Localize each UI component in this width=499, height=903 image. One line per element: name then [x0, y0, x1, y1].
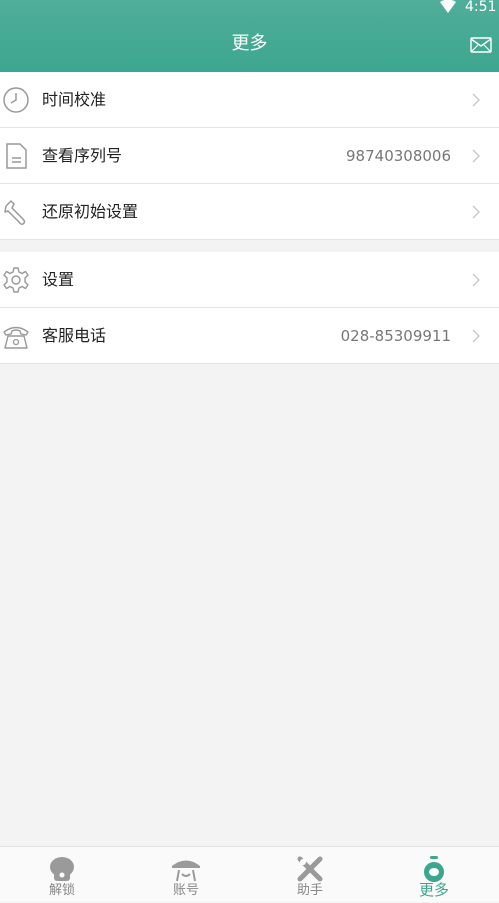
more-icon: [424, 856, 444, 882]
header: 4:51 更多: [0, 0, 499, 72]
customer-service-phone-value: 028-85309911: [340, 327, 451, 345]
mail-icon[interactable]: [470, 37, 492, 53]
time-calibration-item[interactable]: 时间校准: [0, 72, 499, 128]
clock-icon: [3, 87, 29, 113]
assistant-icon: [297, 856, 323, 882]
status-time: 4:51: [465, 0, 497, 15]
tab-more-label: 更多: [418, 881, 449, 899]
chevron-right-icon: [472, 93, 481, 107]
wrench-icon: [4, 200, 26, 225]
factory-reset-label: 还原初始设置: [42, 202, 139, 221]
page-title: 更多: [231, 33, 268, 54]
tab-assistant[interactable]: 助手: [248, 847, 372, 903]
tab-account-label: 账号: [172, 883, 199, 898]
customer-service-phone-item[interactable]: 客服电话 028-85309911: [0, 308, 499, 364]
serial-number-item[interactable]: 查看序列号 98740308006: [0, 128, 499, 184]
chevron-right-icon: [472, 329, 481, 343]
factory-reset-item[interactable]: 还原初始设置: [0, 184, 499, 240]
telephone-icon: [3, 326, 29, 349]
tab-assistant-label: 助手: [296, 883, 323, 898]
serial-number-value: 98740308006: [346, 147, 451, 165]
document-icon: [6, 143, 27, 169]
bottom-tab-bar: 解锁 账号 助手 更多: [0, 846, 499, 902]
settings-group-2: 设置 客服电话 028-85309911: [0, 252, 499, 364]
settings-group-1: 时间校准 查看序列号 98740308006 还原初始设置: [0, 72, 499, 240]
serial-number-label: 查看序列号: [42, 146, 123, 165]
tab-more[interactable]: 更多: [372, 847, 496, 903]
settings-label: 设置: [42, 270, 75, 289]
unlock-icon: [50, 857, 74, 881]
gear-icon: [3, 267, 29, 293]
chevron-right-icon: [472, 149, 481, 163]
chevron-right-icon: [472, 205, 481, 219]
tab-account[interactable]: 账号: [124, 847, 248, 903]
tab-unlock[interactable]: 解锁: [0, 847, 124, 903]
account-icon: [172, 860, 200, 882]
status-bar: 4:51: [0, 0, 499, 20]
settings-item[interactable]: 设置: [0, 252, 499, 308]
tab-unlock-label: 解锁: [48, 883, 75, 898]
time-calibration-label: 时间校准: [42, 90, 107, 109]
wifi-icon: [440, 0, 456, 13]
chevron-right-icon: [472, 273, 481, 287]
customer-service-phone-label: 客服电话: [42, 326, 107, 345]
